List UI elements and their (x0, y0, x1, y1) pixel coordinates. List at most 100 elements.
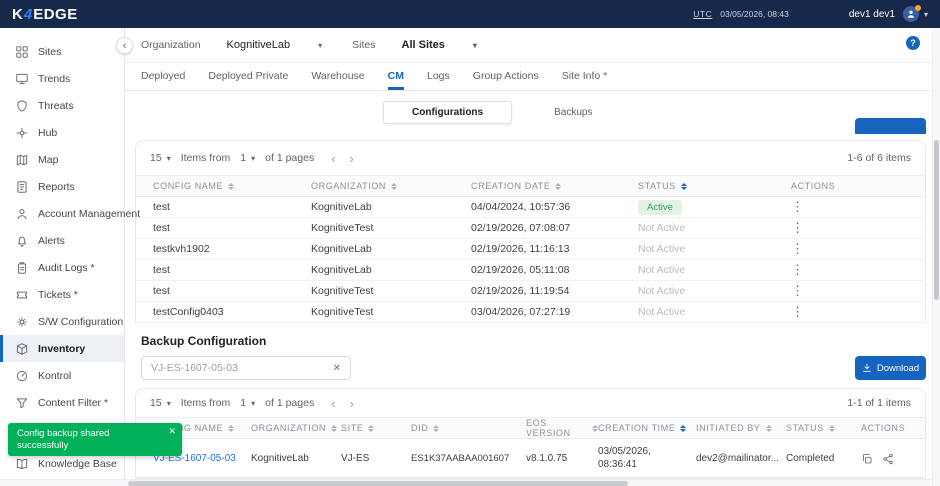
column-header-initiated-by[interactable]: INITIATED BY (696, 423, 786, 433)
tab-deployed-private[interactable]: Deployed Private (208, 70, 288, 90)
chevron-down-icon: ▾ (167, 154, 171, 163)
sidebar-item-reports[interactable]: Reports (0, 173, 124, 200)
sites-select[interactable]: All Sites ▾ (402, 39, 477, 51)
sidebar-item-threats[interactable]: Threats (0, 92, 124, 119)
share-icon[interactable] (882, 453, 894, 465)
collapse-sidebar-button[interactable]: ‹ (116, 37, 133, 54)
table-row[interactable]: test KognitiveLab 04/04/2024, 10:57:36 A… (136, 197, 925, 218)
page-size-select[interactable]: 15 ▾ (150, 397, 171, 409)
column-header-eos-version[interactable]: EOS VERSION (526, 418, 598, 438)
tab-warehouse[interactable]: Warehouse (311, 70, 364, 90)
clear-search-icon[interactable]: ✕ (333, 363, 341, 374)
topbar-right: UTC 03/05/2026, 08:43 dev1 dev1 ▾ (693, 6, 928, 22)
kebab-menu-icon[interactable]: ⋮ (791, 241, 804, 256)
prev-page-icon[interactable]: ‹ (331, 396, 335, 411)
kebab-menu-icon[interactable]: ⋮ (791, 283, 804, 298)
subtab-backups[interactable]: Backups (554, 107, 592, 118)
person-icon (906, 9, 916, 19)
horizontal-scrollbar (0, 479, 932, 486)
sidebar-item-content-filter[interactable]: Content Filter * (0, 389, 124, 416)
sidebar-item-map[interactable]: Map (0, 146, 124, 173)
kebab-menu-icon[interactable]: ⋮ (791, 220, 804, 235)
column-header-creation-date[interactable]: CREATION DATE (471, 181, 638, 191)
utc-label[interactable]: UTC (693, 9, 712, 19)
app-screen: K4EDGE UTC 03/05/2026, 08:43 dev1 dev1 ▾… (0, 0, 940, 486)
chevron-down-icon: ▾ (251, 154, 255, 163)
sidebar-item-hub[interactable]: Hub (0, 119, 124, 146)
help-icon[interactable]: ? (906, 36, 920, 50)
sort-icon-active (680, 425, 686, 432)
backups-table-header: CONFIG NAME ORGANIZATION SITE DID EOS VE… (136, 417, 925, 439)
sort-icon (391, 183, 397, 190)
column-header-config-name[interactable]: CONFIG NAME (136, 181, 311, 191)
table-row[interactable]: VJ-ES-1607-05-03 KognitiveLab VJ-ES ES1K… (136, 439, 925, 479)
filter-bar: Organization KognitiveLab ▾ Sites All Si… (125, 28, 932, 63)
next-page-icon[interactable]: › (350, 396, 354, 411)
configurations-card: 15 ▾ Items from 1 ▾ of 1 pages ‹ › 1-6 o… (135, 140, 926, 323)
sidebar-item-tickets[interactable]: Tickets * (0, 281, 124, 308)
column-header-creation-time[interactable]: CREATION TIME (598, 423, 696, 433)
items-from-label: Items from (181, 152, 231, 164)
table-row[interactable]: test KognitiveTest 02/19/2026, 11:19:54 … (136, 281, 925, 302)
kebab-menu-icon[interactable]: ⋮ (791, 199, 804, 214)
backups-card: 15 ▾ Items from 1 ▾ of 1 pages ‹ › 1-1 o… (135, 388, 926, 478)
tab-site-info[interactable]: Site Info * (562, 70, 608, 90)
kebab-menu-icon[interactable]: ⋮ (791, 304, 804, 319)
primary-action-button[interactable] (855, 118, 926, 134)
column-header-status[interactable]: STATUS (638, 181, 791, 191)
page-size-value: 15 (150, 397, 162, 409)
cell-status: Not Active (638, 306, 791, 318)
sidebar-label: Tickets * (38, 289, 78, 301)
sidebar-item-alerts[interactable]: Alerts (0, 227, 124, 254)
sidebar-item-inventory[interactable]: Inventory (0, 335, 124, 362)
table-row[interactable]: testkvh1902 KognitiveLab 02/19/2026, 11:… (136, 239, 925, 260)
tab-logs[interactable]: Logs (427, 70, 450, 90)
page-select[interactable]: 1 ▾ (240, 397, 255, 409)
sidebar-item-trends[interactable]: Trends (0, 65, 124, 92)
kebab-menu-icon[interactable]: ⋮ (791, 262, 804, 277)
tab-cm[interactable]: CM (388, 70, 404, 90)
subtab-configurations[interactable]: Configurations (383, 101, 512, 124)
table-row[interactable]: test KognitiveLab 02/19/2026, 05:11:08 N… (136, 260, 925, 281)
prev-page-icon[interactable]: ‹ (331, 151, 335, 166)
table-row[interactable]: test KognitiveTest 02/19/2026, 07:08:07 … (136, 218, 925, 239)
vertical-scrollbar-thumb[interactable] (934, 140, 939, 300)
user-avatar[interactable] (903, 6, 919, 22)
copy-icon[interactable] (861, 453, 873, 465)
download-button[interactable]: Download (855, 356, 926, 380)
backup-section-title: Backup Configuration (141, 334, 266, 348)
column-header-organization[interactable]: ORGANIZATION (311, 181, 471, 191)
download-icon (862, 363, 872, 373)
column-header-organization[interactable]: ORGANIZATION (251, 423, 341, 433)
cell-organization: KognitiveTest (311, 306, 471, 318)
sidebar-item-account-management[interactable]: Account Management (0, 200, 124, 227)
table-row[interactable]: testConfig0403 KognitiveTest 03/04/2026,… (136, 302, 925, 323)
page-size-select[interactable]: 15 ▾ (150, 152, 171, 164)
horizontal-scrollbar-thumb[interactable] (128, 481, 628, 486)
organization-select[interactable]: KognitiveLab ▾ (227, 39, 323, 51)
backup-search-input[interactable] (151, 362, 327, 374)
cell-creation-date: 02/19/2026, 05:11:08 (471, 264, 638, 276)
column-header-did[interactable]: DID (411, 423, 526, 433)
next-page-icon[interactable]: › (350, 151, 354, 166)
sidebar-item-audit-logs[interactable]: Audit Logs * (0, 254, 124, 281)
column-header-status[interactable]: STATUS (786, 423, 861, 433)
column-header-actions: ACTIONS (791, 181, 925, 191)
app-logo[interactable]: K4EDGE (12, 6, 78, 23)
filter-icon (15, 396, 29, 410)
sort-icon (228, 183, 234, 190)
page-select[interactable]: 1 ▾ (240, 152, 255, 164)
tab-deployed[interactable]: Deployed (141, 70, 185, 90)
column-header-site[interactable]: SITE (341, 423, 411, 433)
user-menu-chevron-down-icon[interactable]: ▾ (924, 10, 928, 19)
sort-icon (766, 425, 772, 432)
gear-icon (15, 315, 29, 329)
logo-k: K (12, 6, 23, 23)
toast-close-icon[interactable]: ✕ (168, 426, 176, 437)
tab-group-actions[interactable]: Group Actions (473, 70, 539, 90)
sidebar-item-sw-configuration[interactable]: S/W Configuration (0, 308, 124, 335)
sidebar-item-kontrol[interactable]: Kontrol (0, 362, 124, 389)
tab-bar: Deployed Deployed Private Warehouse CM L… (125, 63, 932, 91)
sidebar-item-sites[interactable]: Sites (0, 38, 124, 65)
chevron-down-icon: ▾ (318, 41, 322, 50)
